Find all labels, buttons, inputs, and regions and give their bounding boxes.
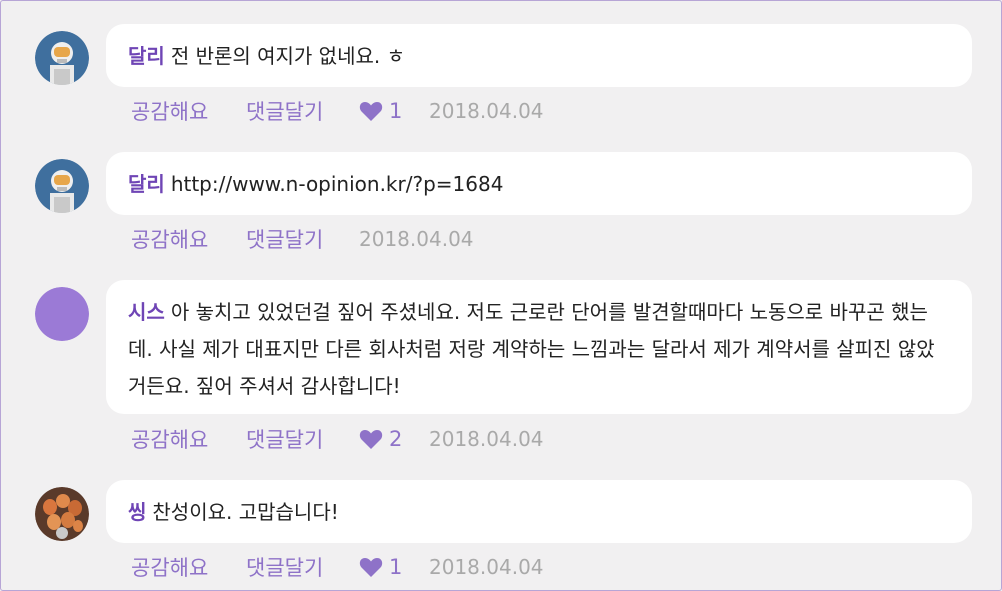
comment-actions: 공감해요 댓글달기 2 2018.04.04 [131,424,544,454]
comment-author[interactable]: 달리 [128,172,165,196]
reply-button[interactable]: 댓글달기 [246,552,359,582]
astronaut-avatar[interactable] [35,159,89,213]
like-count-value: 1 [389,99,403,123]
heart-icon [359,102,383,121]
like-button[interactable]: 공감해요 [131,96,246,126]
like-button[interactable]: 공감해요 [131,552,246,582]
like-button[interactable]: 공감해요 [131,424,246,454]
heart-icon [359,430,383,449]
reply-button[interactable]: 댓글달기 [246,96,359,126]
comment-author[interactable]: 씽 [128,500,146,524]
like-count-value: 1 [389,555,403,579]
comment-date: 2018.04.04 [429,427,544,451]
like-count: 2 [359,427,429,451]
comment-bubble: 시스 아 놓치고 있었던걸 짚어 주셨네요. 저도 근로란 단어를 발견할때마다 … [106,280,972,414]
comment-author[interactable]: 시스 [128,300,165,324]
comment-author[interactable]: 달리 [128,44,165,68]
comment-thread: 달리 전 반론의 여지가 없네요. ㅎ 공감해요 댓글달기 1 2018.04.0… [0,0,1002,591]
comment-actions: 공감해요 댓글달기 1 2018.04.04 [131,552,544,582]
comment-text: 아 놓치고 있었던걸 짚어 주셨네요. 저도 근로란 단어를 발견할때마다 노동… [128,300,935,398]
comment-bubble: 씽 찬성이요. 고맙습니다! [106,480,972,543]
comment-date: 2018.04.04 [429,99,544,123]
heart-icon [359,558,383,577]
eggs-avatar[interactable] [35,487,89,541]
purple-circle-avatar[interactable] [35,287,89,341]
like-button[interactable]: 공감해요 [131,224,246,254]
comment-text: 전 반론의 여지가 없네요. ㅎ [170,44,405,68]
reply-button[interactable]: 댓글달기 [246,224,359,254]
comment-link[interactable]: http://www.n-opinion.kr/?p=1684 [171,172,504,196]
like-count: 1 [359,99,429,123]
like-count-value: 2 [389,427,403,451]
comment-bubble: 달리 전 반론의 여지가 없네요. ㅎ [106,24,972,87]
astronaut-avatar[interactable] [35,31,89,85]
comment-date: 2018.04.04 [429,555,544,579]
comment-actions: 공감해요 댓글달기 1 2018.04.04 [131,96,544,126]
reply-button[interactable]: 댓글달기 [246,424,359,454]
like-count: 1 [359,555,429,579]
comment-date: 2018.04.04 [359,227,474,251]
comment-text: 찬성이요. 고맙습니다! [152,500,339,524]
comment-actions: 공감해요 댓글달기 2018.04.04 [131,224,474,254]
comment-bubble: 달리 http://www.n-opinion.kr/?p=1684 [106,152,972,215]
